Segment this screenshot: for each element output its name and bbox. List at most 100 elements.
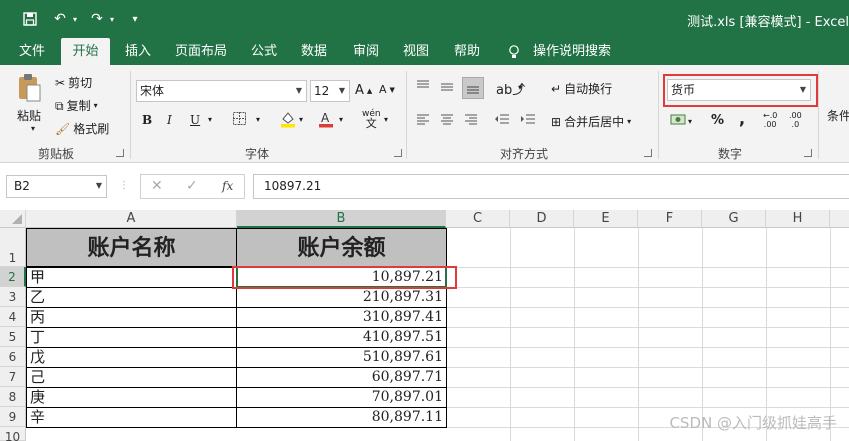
- orientation-dropdown-icon[interactable]: ▾: [518, 83, 522, 92]
- check-icon[interactable]: ✓: [186, 178, 198, 194]
- font-size-select[interactable]: 12 ▼: [310, 80, 350, 102]
- shrink-font-icon[interactable]: A ▼: [379, 83, 395, 96]
- conditional-formatting-button[interactable]: 条件: [827, 107, 849, 124]
- formula-input[interactable]: 10897.21: [253, 174, 849, 199]
- customize-icon[interactable]: ▾: [124, 8, 146, 30]
- underline-button[interactable]: U: [190, 113, 200, 127]
- paste-icon[interactable]: [16, 73, 42, 103]
- account-balance-cell[interactable]: 510,897.61: [236, 347, 447, 368]
- cancel-icon[interactable]: ✕: [151, 178, 163, 194]
- borders-icon[interactable]: [233, 112, 246, 125]
- percent-style-button[interactable]: %: [711, 113, 724, 128]
- row-header[interactable]: 5: [0, 327, 26, 347]
- row-header[interactable]: 6: [0, 347, 26, 367]
- fill-color-icon[interactable]: [280, 110, 296, 128]
- select-all-corner[interactable]: [0, 210, 26, 228]
- column-header-c[interactable]: C: [446, 210, 510, 228]
- align-right-icon[interactable]: [464, 113, 478, 125]
- account-name-cell[interactable]: 甲: [26, 267, 237, 288]
- column-header-e[interactable]: E: [574, 210, 638, 228]
- column-header-b[interactable]: B: [237, 210, 446, 228]
- copy-dropdown-icon[interactable]: ▾: [94, 101, 98, 110]
- font-color-dropdown-icon[interactable]: ▾: [339, 115, 343, 124]
- row-header[interactable]: 1: [0, 228, 26, 267]
- align-top-icon[interactable]: [416, 79, 430, 91]
- increase-indent-icon[interactable]: [520, 113, 536, 125]
- font-launcher-icon[interactable]: [394, 149, 402, 157]
- account-balance-cell[interactable]: 80,897.11: [236, 407, 447, 428]
- merge-center-button[interactable]: ⊞ 合并后居中 ▾: [551, 113, 631, 130]
- column-header-partial[interactable]: [830, 210, 849, 228]
- redo-dropdown-icon[interactable]: ▾: [101, 8, 123, 30]
- account-balance-cell[interactable]: 410,897.51: [236, 327, 447, 348]
- copy-button[interactable]: ⧉ 复制 ▾: [55, 97, 98, 114]
- account-balance-cell[interactable]: 210,897.31: [236, 287, 447, 308]
- header-cell-b1[interactable]: 账户余额: [236, 228, 447, 267]
- account-balance-cell[interactable]: 310,897.41: [236, 307, 447, 328]
- fill-color-dropdown-icon[interactable]: ▾: [299, 115, 303, 124]
- account-name-cell[interactable]: 辛: [26, 407, 237, 428]
- tab-help[interactable]: 帮助: [454, 38, 480, 65]
- column-header-a[interactable]: A: [26, 210, 237, 228]
- underline-dropdown-icon[interactable]: ▾: [208, 115, 212, 124]
- account-name-cell[interactable]: 己: [26, 367, 237, 388]
- alignment-launcher-icon[interactable]: [644, 149, 652, 157]
- row-header[interactable]: 4: [0, 307, 26, 327]
- clipboard-launcher-icon[interactable]: [116, 149, 124, 157]
- tell-me-search[interactable]: 操作说明搜索: [533, 38, 611, 65]
- font-color-icon[interactable]: A: [318, 110, 334, 128]
- align-left-icon[interactable]: [416, 113, 430, 125]
- tab-insert[interactable]: 插入: [125, 38, 151, 65]
- row-header[interactable]: 10: [0, 427, 26, 441]
- format-painter-button[interactable]: 🖌 格式刷: [55, 120, 109, 137]
- accounting-format-icon[interactable]: [670, 113, 686, 127]
- row-header[interactable]: 3: [0, 287, 26, 307]
- decrease-decimal-button[interactable]: .00.0: [789, 111, 802, 129]
- name-box[interactable]: B2 ▼: [6, 175, 107, 198]
- account-name-cell[interactable]: 庚: [26, 387, 237, 408]
- row-header[interactable]: 2: [0, 267, 26, 287]
- wrap-text-button[interactable]: ↵ 自动换行: [551, 80, 612, 97]
- tab-home[interactable]: 开始: [61, 38, 110, 65]
- paste-button[interactable]: 粘贴: [17, 107, 41, 124]
- account-name-cell[interactable]: 戊: [26, 347, 237, 368]
- undo-dropdown-icon[interactable]: ▾: [64, 8, 86, 30]
- decrease-indent-icon[interactable]: [494, 113, 510, 125]
- tab-view[interactable]: 视图: [403, 38, 429, 65]
- borders-dropdown-icon[interactable]: ▾: [256, 115, 260, 124]
- bold-button[interactable]: B: [142, 113, 152, 127]
- phonetic-guide-icon[interactable]: wén 文: [362, 109, 381, 129]
- insert-function-button[interactable]: fx: [222, 179, 233, 193]
- tab-page-layout[interactable]: 页面布局: [175, 38, 227, 65]
- header-cell-a1[interactable]: 账户名称: [26, 228, 237, 267]
- increase-decimal-button[interactable]: ←.0.00: [763, 111, 777, 129]
- align-center-icon[interactable]: [440, 113, 454, 125]
- tab-data[interactable]: 数据: [301, 38, 327, 65]
- align-bottom-icon[interactable]: [462, 77, 484, 99]
- italic-button[interactable]: I: [167, 113, 172, 127]
- column-header-h[interactable]: H: [766, 210, 830, 228]
- tab-file[interactable]: 文件: [19, 38, 45, 65]
- account-name-cell[interactable]: 乙: [26, 287, 237, 308]
- tab-formulas[interactable]: 公式: [251, 38, 277, 65]
- number-launcher-icon[interactable]: [804, 149, 812, 157]
- row-header[interactable]: 7: [0, 367, 26, 387]
- worksheet-grid[interactable]: A B C D E F G H 1 账户名称 账户余额 2 3 4 5 6 7 …: [0, 210, 849, 441]
- font-name-select[interactable]: 宋体 ▼: [136, 80, 307, 102]
- account-name-cell[interactable]: 丁: [26, 327, 237, 348]
- account-name-cell[interactable]: 丙: [26, 307, 237, 328]
- paste-dropdown-icon[interactable]: ▾: [31, 124, 35, 133]
- align-middle-icon[interactable]: [440, 81, 454, 93]
- account-balance-cell[interactable]: 70,897.01: [236, 387, 447, 408]
- row-header[interactable]: 9: [0, 407, 26, 427]
- column-header-d[interactable]: D: [510, 210, 574, 228]
- merge-dropdown-icon[interactable]: ▾: [627, 117, 631, 126]
- accounting-dropdown-icon[interactable]: ▾: [688, 117, 692, 126]
- column-header-f[interactable]: F: [638, 210, 702, 228]
- account-balance-cell[interactable]: 60,897.71: [236, 367, 447, 388]
- comma-style-button[interactable]: ,: [739, 109, 745, 128]
- grow-font-icon[interactable]: A ▲: [355, 83, 372, 98]
- save-icon[interactable]: [19, 8, 41, 30]
- row-header[interactable]: 8: [0, 387, 26, 407]
- tab-review[interactable]: 审阅: [353, 38, 379, 65]
